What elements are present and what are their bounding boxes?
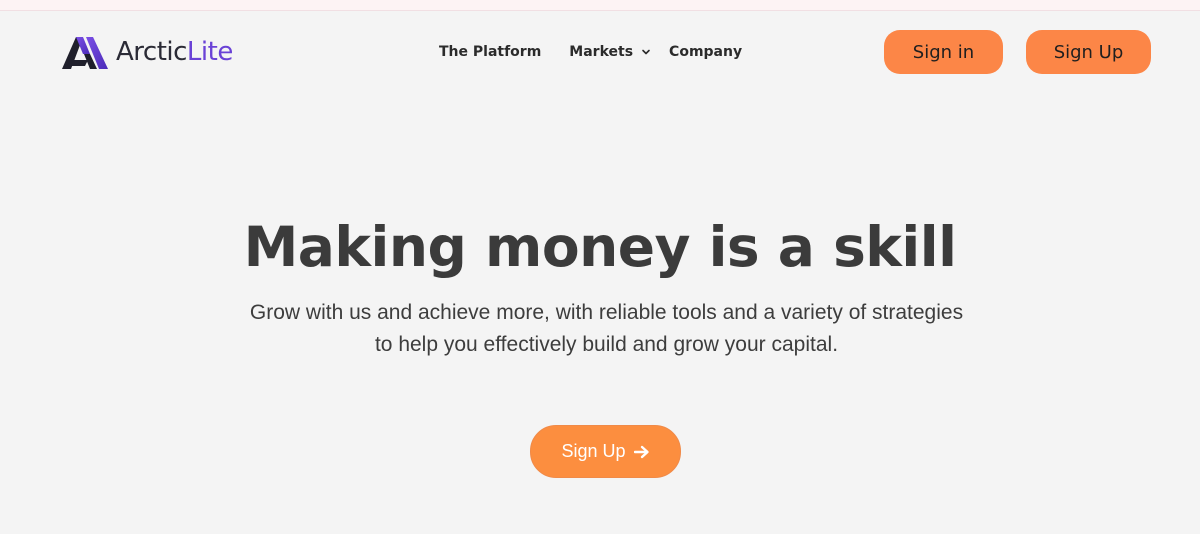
hero-subtitle-line-2: to help you effectively build and grow y… [374, 333, 839, 356]
arrow-right-icon [633, 445, 649, 458]
nav-item-markets-label: Markets [569, 44, 634, 60]
chevron-down-icon [641, 47, 651, 57]
logo-wordmark: ArcticLite [116, 37, 233, 67]
sign-in-button[interactable]: Sign in [884, 30, 1003, 74]
hero-subtitle-line-1: Grow with us and achieve more, with reli… [249, 301, 964, 324]
logo[interactable]: ArcticLite [62, 34, 233, 70]
nav-item-markets[interactable]: Markets [569, 42, 651, 62]
top-strip [0, 0, 1200, 11]
arcticlite-logo-icon [62, 37, 108, 69]
nav-item-company[interactable]: Company [669, 42, 742, 62]
hero-subtitle: Grow with us and achieve more, with reli… [200, 297, 1013, 361]
header-sign-up-button[interactable]: Sign Up [1026, 30, 1151, 74]
hero-sign-up-button[interactable]: Sign Up [530, 425, 681, 478]
hero-sign-up-label: Sign Up [561, 441, 626, 461]
hero-title: Making money is a skill [243, 215, 957, 279]
main-nav: The Platform Markets Company [439, 42, 742, 62]
nav-item-the-platform[interactable]: The Platform [439, 42, 541, 62]
